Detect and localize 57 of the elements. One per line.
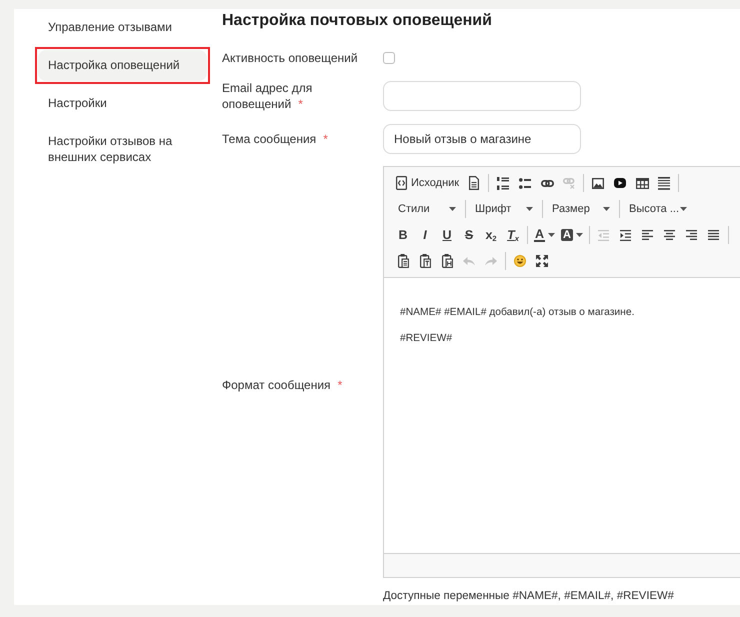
image-icon <box>592 178 604 188</box>
play-icon <box>614 178 626 188</box>
checkbox[interactable] <box>383 52 395 64</box>
subscript-button[interactable]: x$_{2}$ <box>480 224 502 246</box>
unlink-icon <box>563 178 576 188</box>
clear-format-button[interactable]: T$_{x}$ <box>502 224 524 246</box>
text-field[interactable] <box>383 81 581 111</box>
page-title: Настройка почтовых оповещений <box>222 11 493 31</box>
align-left-icon <box>642 230 654 240</box>
strikethrough-button[interactable]: S <box>458 224 480 246</box>
sidebar-item[interactable]: Настройки отзывов на внешних сервисах <box>38 126 207 172</box>
lines-icon <box>658 176 670 190</box>
sidebar-item[interactable]: Настройка оповещений <box>38 50 207 81</box>
caret-icon <box>548 233 556 237</box>
editor-paragraph: #REVIEW# <box>400 332 454 346</box>
editor-paragraph: #NAME# #EMAIL# добавил(-а) отзыв о магазине. <box>400 306 636 320</box>
toolbar-dropdown[interactable]: Высота ... <box>623 198 693 220</box>
toolbar-dropdown[interactable]: Размер <box>546 198 616 220</box>
sidebar-item[interactable]: Управление отзывами <box>38 12 207 43</box>
background-color-button[interactable]: A <box>558 224 586 246</box>
table-icon <box>636 178 649 188</box>
caret-icon <box>576 233 583 237</box>
field-label: Активность оповещений <box>222 50 358 66</box>
align-center-icon <box>664 230 676 240</box>
underline-button[interactable]: U <box>436 224 458 246</box>
source-code-icon <box>396 176 407 190</box>
caret-icon <box>526 207 533 211</box>
toolbar-dropdown[interactable]: Стили <box>392 198 462 220</box>
text-color-button[interactable]: A <box>531 224 558 246</box>
smiley-icon <box>514 255 526 267</box>
numbered-list-icon <box>497 176 510 190</box>
maximize-icon <box>536 255 548 267</box>
bullet-list-icon <box>519 178 532 188</box>
clipboard-icon <box>398 254 408 268</box>
outdent-icon <box>598 230 610 240</box>
align-right-icon <box>686 230 698 240</box>
indent-icon <box>620 230 632 240</box>
document-icon <box>469 176 480 190</box>
caret-icon <box>603 207 610 211</box>
text-field[interactable]: Новый отзыв о магазине <box>383 124 581 154</box>
undo-icon <box>463 256 475 266</box>
source-button[interactable]: Исходник <box>392 172 464 194</box>
bold-button[interactable]: B <box>392 224 414 246</box>
caret-icon <box>449 207 456 211</box>
clipboard-icon <box>420 254 430 268</box>
field-label: Email адрес для оповещений * <box>222 80 314 112</box>
redo-icon <box>485 256 497 266</box>
field-label: Тема сообщения * <box>222 131 328 147</box>
field-label: Формат сообщения * <box>222 377 342 393</box>
sidebar-item[interactable]: Настройки <box>38 88 207 119</box>
help-text: Доступные переменные #NAME#, #EMAIL#, #REVIEW# <box>383 589 675 604</box>
clipboard-icon <box>442 254 452 268</box>
link-icon <box>540 180 554 186</box>
justify-icon <box>708 230 720 240</box>
toolbar-dropdown[interactable]: Шрифт <box>469 198 539 220</box>
italic-button[interactable]: I <box>414 224 436 246</box>
caret-icon <box>680 207 687 211</box>
